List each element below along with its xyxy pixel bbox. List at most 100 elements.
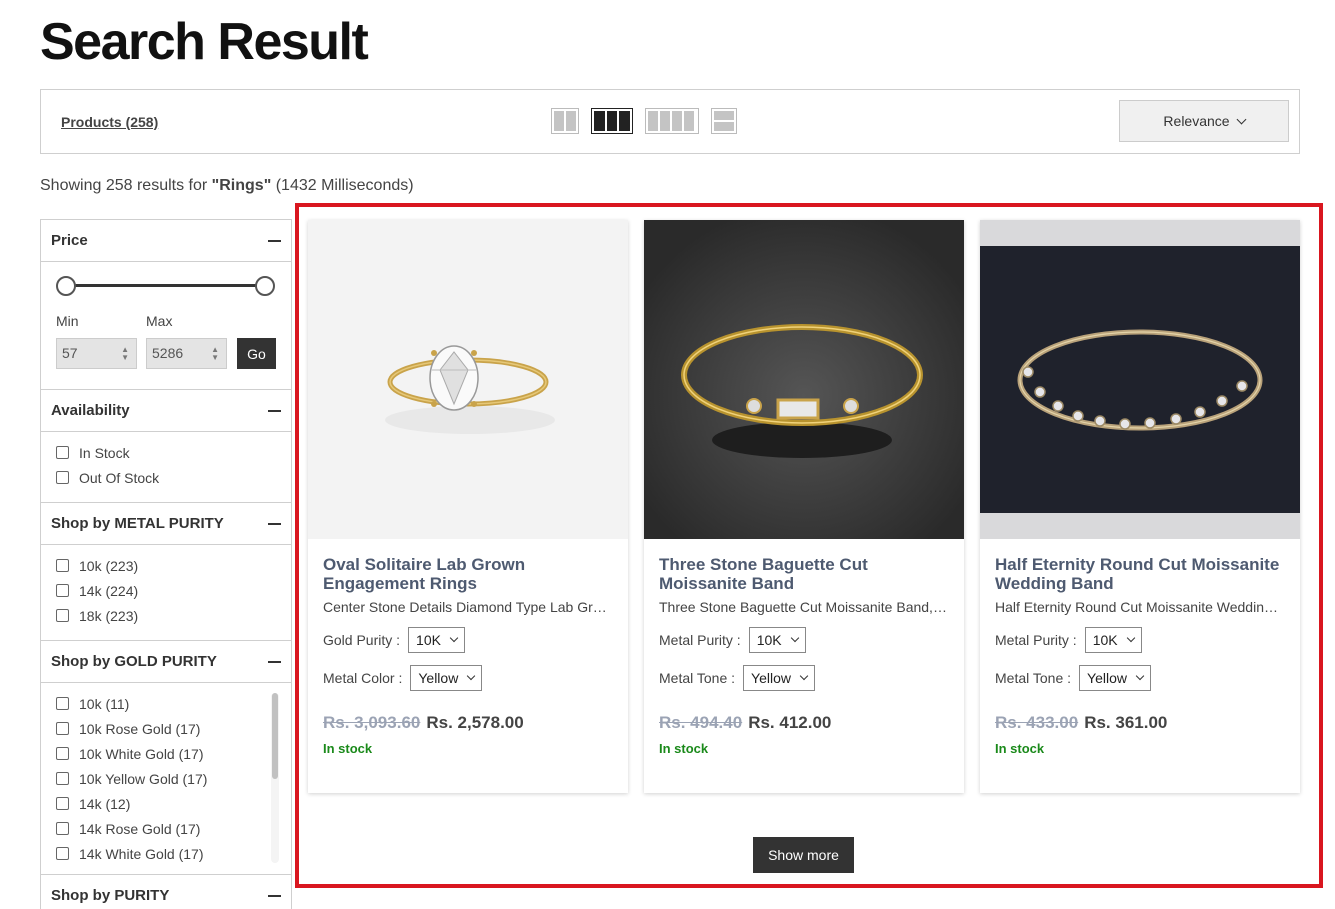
filter-option[interactable]: 10k Yellow Gold (17): [56, 766, 276, 791]
product-card[interactable]: Three Stone Baguette Cut Moissanite Band…: [644, 220, 964, 793]
products-count-tab[interactable]: Products (258): [61, 114, 158, 130]
checkbox[interactable]: [56, 584, 69, 597]
collapse-icon[interactable]: [268, 522, 281, 525]
filter-option[interactable]: 14k (12): [56, 791, 276, 816]
compare-price: Rs. 494.40: [659, 713, 743, 732]
option-label: Metal Purity :: [995, 632, 1077, 648]
checkbox[interactable]: [56, 797, 69, 810]
grid-2-view-button[interactable]: [551, 108, 579, 134]
filter-option[interactable]: 10k Rose Gold (17): [56, 716, 276, 741]
stock-status: In stock: [995, 741, 1045, 756]
scrollbar-thumb[interactable]: [272, 693, 278, 779]
product-image[interactable]: [980, 220, 1300, 539]
checkbox[interactable]: [56, 609, 69, 622]
price-row: Rs. 494.40 Rs. 412.00: [659, 713, 949, 733]
filter-option[interactable]: 10k (11): [56, 691, 276, 716]
sale-price: Rs. 361.00: [1084, 713, 1168, 732]
checkbox[interactable]: [56, 747, 69, 760]
checkbox[interactable]: [56, 722, 69, 735]
results-prefix: Showing 258 results for: [40, 177, 212, 194]
price-row: Rs. 433.00 Rs. 361.00: [995, 713, 1285, 733]
gold-purity-select[interactable]: 10K: [408, 627, 465, 653]
metal-color-select[interactable]: Yellow: [410, 665, 483, 691]
option-label: 10k Yellow Gold (17): [79, 770, 208, 787]
sort-dropdown[interactable]: Relevance: [1119, 100, 1289, 142]
grid-4-view-button[interactable]: [645, 108, 699, 134]
chevron-down-icon: [1135, 671, 1145, 681]
option-label: Metal Purity :: [659, 632, 741, 648]
filter-option[interactable]: Out Of Stock: [56, 465, 276, 490]
product-description: Half Eternity Round Cut Moissanite Weddi…: [995, 599, 1285, 615]
checkbox[interactable]: [56, 446, 69, 459]
filter-sidebar: Price Min Max 57 ▲ ▼ 5286 ▲ ▼ Go Availabil…: [40, 219, 292, 909]
price-max-value: 5286: [152, 345, 184, 361]
metal-tone-select[interactable]: Yellow: [743, 665, 815, 691]
filter-option[interactable]: In Stock: [56, 440, 276, 465]
checkbox[interactable]: [56, 822, 69, 835]
facet-header-availability[interactable]: Availability: [41, 389, 291, 432]
product-title[interactable]: Three Stone Baguette Cut Moissanite Band: [659, 555, 949, 593]
checkbox[interactable]: [56, 772, 69, 785]
chevron-down-icon: [449, 633, 459, 643]
select-value: 10K: [756, 632, 782, 648]
checkbox[interactable]: [56, 847, 69, 860]
filter-option[interactable]: 10k (223): [56, 553, 276, 578]
metal-purity-select[interactable]: 10K: [748, 627, 806, 653]
checkbox[interactable]: [56, 697, 69, 710]
spinner-icon[interactable]: ▲ ▼: [121, 346, 129, 362]
filter-option[interactable]: 10k White Gold (17): [56, 741, 276, 766]
facet-header-gold-purity[interactable]: Shop by GOLD PURITY: [41, 640, 291, 683]
grid-3-view-button[interactable]: [591, 108, 633, 134]
list-view-button[interactable]: [711, 108, 737, 134]
price-go-button[interactable]: Go: [237, 338, 276, 369]
facet-header-price[interactable]: Price: [41, 219, 291, 262]
product-image[interactable]: [308, 220, 628, 539]
option-label: 18k (223): [79, 607, 139, 624]
filter-option[interactable]: 14k Rose Gold (17): [56, 816, 276, 841]
filter-scrollbar[interactable]: [271, 693, 279, 863]
price-min-handle[interactable]: [56, 276, 76, 296]
product-card[interactable]: Oval Solitaire Lab Grown Engagement Ring…: [308, 220, 628, 793]
option-row: Gold Purity : 10K: [323, 627, 613, 653]
stock-status: In stock: [659, 741, 709, 756]
checkbox[interactable]: [56, 559, 69, 572]
product-title[interactable]: Oval Solitaire Lab Grown Engagement Ring…: [323, 555, 613, 593]
collapse-icon[interactable]: [268, 409, 281, 412]
option-label: Metal Tone :: [995, 670, 1072, 686]
option-row: Metal Purity : 10K: [995, 627, 1285, 653]
product-image[interactable]: [644, 220, 964, 539]
spinner-icon[interactable]: ▲ ▼: [211, 346, 219, 362]
price-max-input[interactable]: 5286 ▲ ▼: [146, 338, 227, 369]
filter-option[interactable]: 18k (223): [56, 603, 276, 628]
filter-option[interactable]: 14k (224): [56, 578, 276, 603]
metal-purity-select[interactable]: 10K: [1084, 627, 1142, 653]
collapse-icon[interactable]: [268, 239, 281, 242]
price-slider-track[interactable]: [61, 284, 267, 287]
price-max-handle[interactable]: [255, 276, 275, 296]
compare-price: Rs. 3,093.60: [323, 713, 421, 732]
compare-price: Rs. 433.00: [995, 713, 1079, 732]
price-min-input[interactable]: 57 ▲ ▼: [56, 338, 137, 369]
collapse-icon[interactable]: [268, 660, 281, 663]
show-more-button[interactable]: Show more: [753, 837, 854, 873]
product-card[interactable]: Half Eternity Round Cut Moissanite Weddi…: [980, 220, 1300, 793]
option-label: In Stock: [79, 444, 130, 461]
option-row: Metal Color : Yellow: [323, 665, 613, 691]
price-filter: Min Max 57 ▲ ▼ 5286 ▲ ▼ Go: [41, 262, 291, 389]
option-row: Metal Tone : Yellow: [995, 665, 1285, 691]
product-title[interactable]: Half Eternity Round Cut Moissanite Weddi…: [995, 555, 1285, 593]
select-value: 10K: [416, 632, 441, 648]
option-row: Metal Tone : Yellow: [659, 665, 949, 691]
filter-option[interactable]: 14k White Gold (17): [56, 841, 276, 866]
facet-title: Availability: [51, 402, 130, 419]
facet-title: Price: [51, 232, 88, 249]
metal-tone-select[interactable]: Yellow: [1079, 665, 1151, 691]
option-label: 10k Rose Gold (17): [79, 720, 201, 737]
select-value: Yellow: [751, 670, 791, 686]
collapse-icon[interactable]: [268, 894, 281, 897]
facet-header-purity[interactable]: Shop by PURITY: [41, 874, 291, 909]
option-label: 10k White Gold (17): [79, 745, 204, 762]
option-label: Gold Purity :: [323, 632, 401, 648]
checkbox[interactable]: [56, 471, 69, 484]
facet-header-metal-purity[interactable]: Shop by METAL PURITY: [41, 502, 291, 545]
